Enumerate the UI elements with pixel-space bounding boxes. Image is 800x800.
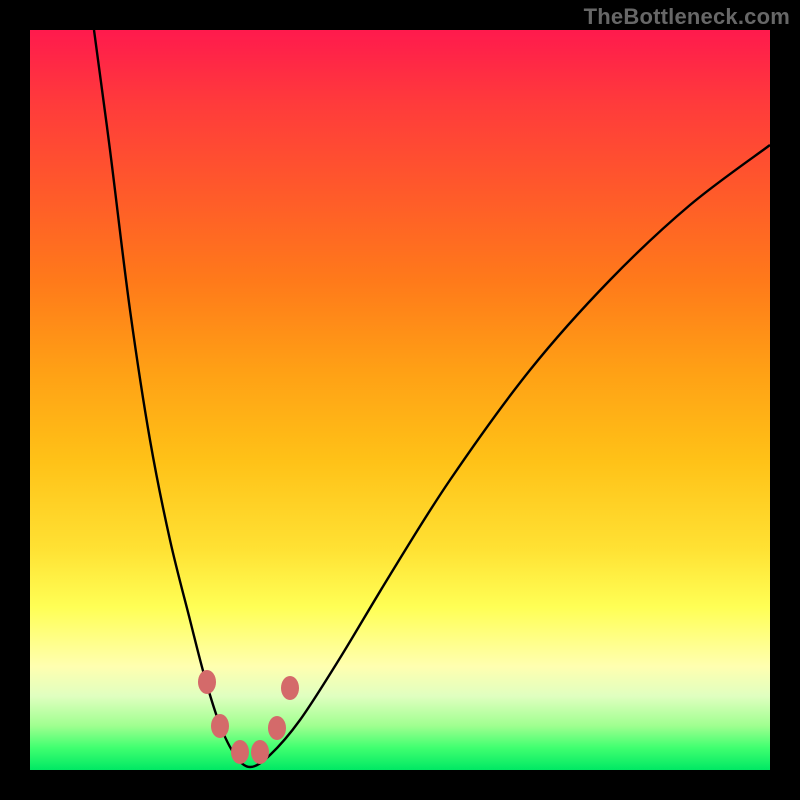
marker-group xyxy=(198,670,299,764)
curve-marker xyxy=(211,714,229,738)
curve-marker xyxy=(281,676,299,700)
plot-area xyxy=(30,30,770,770)
curve-marker xyxy=(268,716,286,740)
chart-frame: TheBottleneck.com xyxy=(0,0,800,800)
curve-marker xyxy=(251,740,269,764)
curve-svg xyxy=(30,30,770,770)
curve-marker xyxy=(231,740,249,764)
bottleneck-curve xyxy=(94,30,770,767)
watermark-text: TheBottleneck.com xyxy=(584,4,790,30)
curve-marker xyxy=(198,670,216,694)
